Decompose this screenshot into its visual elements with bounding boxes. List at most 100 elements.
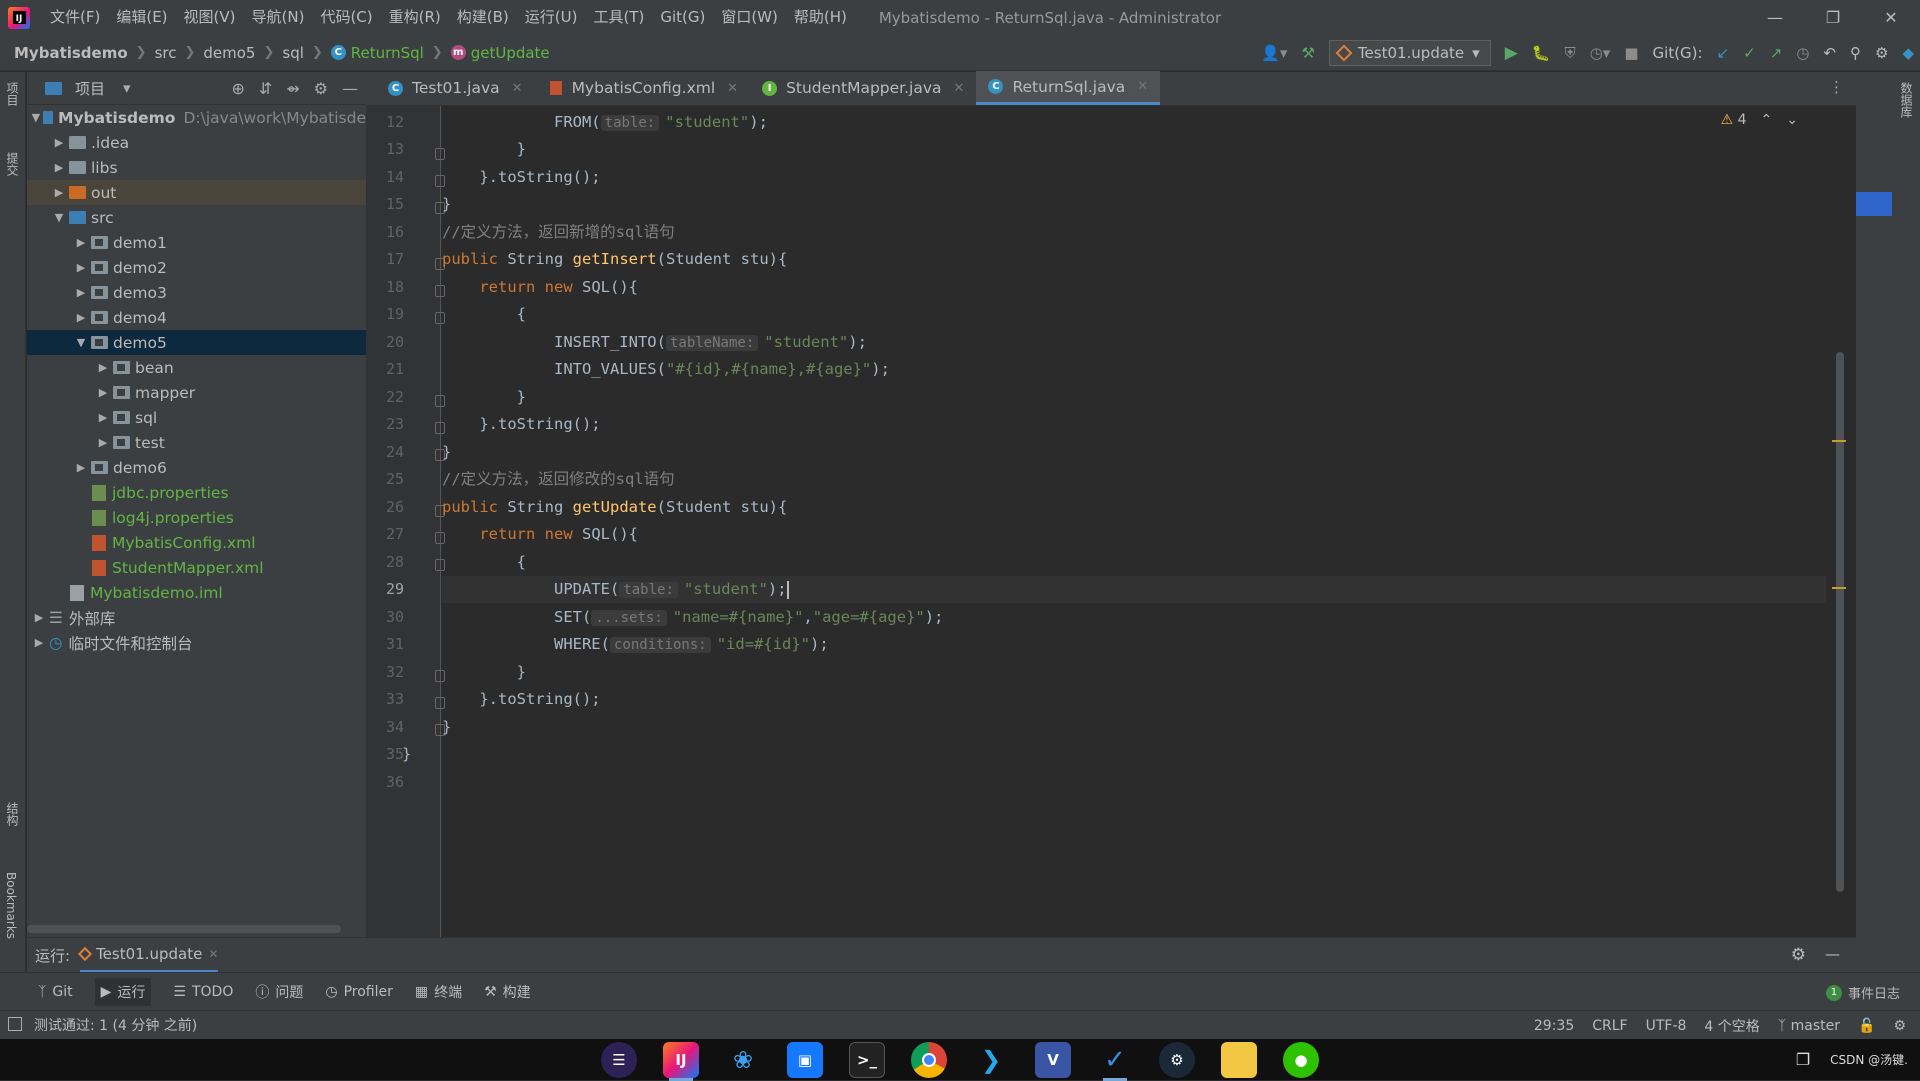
tree-item-log4j-properties[interactable]: log4j.properties [27,505,366,530]
breadcrumb-class[interactable]: C ReturnSql [330,44,424,62]
git-branch-widget[interactable]: ᛉ master [1778,1018,1840,1034]
tree-item-demo4[interactable]: ▶ demo4 [27,305,366,330]
tab-test01[interactable]: C Test01.java ✕ [376,71,535,105]
terminal-taskbar-icon[interactable]: >_ [849,1041,885,1078]
tool-todo[interactable]: ☰ TODO [173,984,233,1000]
side-tab-structure[interactable]: 结构 [4,802,21,826]
hide-icon[interactable]: — [342,79,358,98]
browser-icon[interactable]: ❀ [725,1042,761,1078]
chevron-down-icon[interactable]: ▾ [123,79,131,97]
profile-icon[interactable]: ◷▾ [1590,44,1611,62]
inspection-widget[interactable]: ⚠ 4 ⌃ ⌄ [1721,112,1798,128]
tree-item-libs[interactable]: ▶ libs [27,155,366,180]
breadcrumb-project[interactable]: Mybatisdemo [14,44,128,62]
gear-icon[interactable]: ⚙ [314,79,328,98]
steam-icon[interactable]: ⚙ [1159,1041,1195,1078]
tool-build[interactable]: ⚒ 构建 [484,982,531,1002]
tree-item-iml[interactable]: Mybatisdemo.iml [27,580,366,605]
todo-app-icon[interactable]: ✓ [1097,1042,1133,1081]
tree-item-studentmapper-xml[interactable]: StudentMapper.xml [27,555,366,580]
menu-edit[interactable]: 编辑(E) [108,0,175,35]
close-icon[interactable]: ✕ [1862,0,1920,35]
tree-item-demo5[interactable]: ▼ demo5 [27,330,366,355]
remote-desktop-icon[interactable]: ▣ [787,1041,823,1078]
build-hammer-icon[interactable]: ⚒ [1301,44,1314,62]
tab-mybatisconfig[interactable]: MybatisConfig.xml ✕ [535,71,751,105]
tool-terminal[interactable]: ▦ 终端 [415,982,462,1002]
scrollbar-thumb[interactable] [1836,352,1844,892]
warning-marker[interactable] [1832,440,1846,442]
caret-position[interactable]: 29:35 [1534,1018,1574,1034]
close-tab-icon[interactable]: ✕ [727,81,738,96]
menu-window[interactable]: 窗口(W) [713,0,786,35]
tree-item-test[interactable]: ▶ test [27,430,366,455]
tree-item-jdbc-properties[interactable]: jdbc.properties [27,480,366,505]
tool-run[interactable]: ▶ 运行 [94,977,152,1006]
file-encoding[interactable]: UTF-8 [1646,1018,1687,1034]
side-tab-commit[interactable]: 提交 [4,152,21,176]
status-toggle-icon[interactable] [8,1017,22,1031]
menu-tools[interactable]: 工具(T) [585,0,652,35]
breadcrumb-src[interactable]: src [155,44,177,62]
locate-icon[interactable]: ⊕ [231,79,244,98]
vscode-icon[interactable]: ❯ [973,1042,1009,1078]
close-tab-icon[interactable]: ✕ [208,947,218,961]
more-tabs-icon[interactable]: ⋮ [1829,78,1844,96]
close-tab-icon[interactable]: ✕ [1137,79,1148,94]
eclipse-icon[interactable]: ☰ [601,1041,637,1078]
tree-item-bean[interactable]: ▶ bean [27,355,366,380]
tree-item-out[interactable]: ▶ out [27,180,366,205]
expand-all-icon[interactable]: ⇵ [259,79,272,98]
horizontal-scrollbar[interactable] [27,925,341,933]
hide-icon[interactable]: — [1825,945,1840,963]
menu-refactor[interactable]: 重构(R) [381,0,449,35]
user-icon[interactable]: 👤▾ [1261,44,1287,62]
code-editor[interactable]: FROM(table: "student"); } }.toString(); }… [402,106,1856,937]
menu-build[interactable]: 构建(B) [449,0,517,35]
minimize-icon[interactable]: — [1746,0,1804,35]
tree-item-sql[interactable]: ▶ sql [27,405,366,430]
menu-file[interactable]: 文件(F) [42,0,108,35]
tree-item-mybatisconfig-xml[interactable]: MybatisConfig.xml [27,530,366,555]
tree-item-external-libraries[interactable]: ▶ ☰ 外部库 [27,605,366,630]
line-separator[interactable]: CRLF [1592,1018,1627,1034]
lock-icon[interactable]: 🔓 [1858,1018,1875,1034]
tree-item-mapper[interactable]: ▶ mapper [27,380,366,405]
intellij-taskbar-icon[interactable]: IJ [663,1041,699,1081]
git-update-icon[interactable]: ↙ [1717,44,1730,62]
indent-setting[interactable]: 4 个空格 [1704,1016,1759,1036]
coverage-icon[interactable]: ⛨ [1564,44,1575,62]
run-configuration-select[interactable]: Test01.update ▾ [1328,40,1491,66]
stop-icon[interactable]: ■ [1624,44,1638,62]
menu-view[interactable]: 视图(V) [176,0,244,35]
breadcrumb-demo5[interactable]: demo5 [203,44,255,62]
tab-returnsql[interactable]: C ReturnSql.java ✕ [976,71,1161,105]
visio-icon[interactable]: V [1035,1041,1071,1078]
menu-code[interactable]: 代码(C) [312,0,380,35]
task-view-icon[interactable]: ❐ [1796,1050,1810,1069]
memory-indicator-icon[interactable]: ⚙ [1893,1018,1906,1034]
close-tab-icon[interactable]: ✕ [954,81,965,96]
close-tab-icon[interactable]: ✕ [512,81,523,96]
tree-item-src[interactable]: ▼ src [27,205,366,230]
tree-item-demo6[interactable]: ▶ demo6 [27,455,366,480]
chrome-icon[interactable] [911,1041,947,1078]
tree-item-idea[interactable]: ▶ .idea [27,130,366,155]
run-tab[interactable]: Test01.update ✕ [77,938,219,973]
file-explorer-icon[interactable] [1221,1041,1257,1078]
collapse-all-icon[interactable]: ⇴ [286,79,299,98]
tool-profiler[interactable]: ◷ Profiler [325,984,393,1000]
tool-problems[interactable]: ⓘ 问题 [255,982,303,1002]
menu-help[interactable]: 帮助(H) [786,0,855,35]
breadcrumb-sql[interactable]: sql [282,44,304,62]
menu-navigate[interactable]: 导航(N) [244,0,313,35]
history-icon[interactable]: ◷ [1796,44,1809,62]
status-message[interactable]: 测试通过: 1 (4 分钟 之前) [34,1015,197,1035]
menu-run[interactable]: 运行(U) [517,0,586,35]
settings-icon[interactable]: ⚙ [1875,44,1888,62]
tree-item-scratches[interactable]: ▶ ◷ 临时文件和控制台 [27,630,366,655]
event-log[interactable]: 1 事件日志 [1825,983,1900,1002]
warning-marker[interactable] [1832,587,1846,589]
vertical-scrollbar[interactable] [1832,106,1846,937]
side-tab-project[interactable]: 项目 [4,82,21,106]
